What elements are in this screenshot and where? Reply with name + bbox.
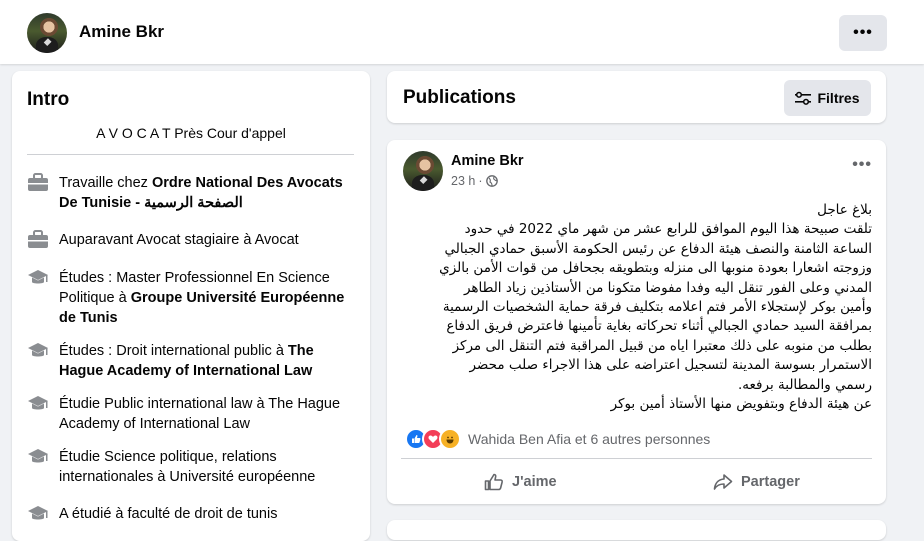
more-options-button[interactable]: ••• (839, 15, 887, 51)
bio-text: A V O C A T Près Cour d'appel (96, 125, 286, 141)
intro-item-prefix: Étudie Public international law à The Ha… (59, 396, 341, 432)
intro-card: Intro A V O C A T Près Cour d'appel Trav… (12, 71, 370, 541)
intro-item-education: Études : Droit international public à Th… (27, 341, 347, 381)
share-label: Partager (741, 474, 800, 490)
intro-item-education: Études : Master Professionnel En Science… (27, 268, 347, 328)
intro-item-work: Travaille chez Ordre National Des Avocat… (27, 173, 347, 213)
intro-item-prefix: Études : Droit international public à (59, 343, 288, 359)
divider (27, 154, 354, 155)
intro-item-past-work: Auparavant Avocat stagiaire à Avocat (27, 230, 347, 250)
graduation-cap-icon (28, 343, 48, 357)
reactions-names[interactable]: Wahida Ben Afia et 6 autres personnes (468, 431, 710, 447)
post-meta: 23 h · (451, 174, 498, 188)
like-label: J'aime (512, 474, 557, 490)
intro-item-education: Étudie Public international law à The Ha… (27, 394, 347, 434)
post-timestamp[interactable]: 23 h (451, 174, 475, 188)
intro-item-prefix: A étudié à faculté de droit de tunis (59, 506, 278, 522)
post-more-options-button[interactable]: ••• (852, 156, 872, 174)
share-arrow-icon (713, 474, 733, 490)
graduation-cap-icon (28, 270, 48, 284)
post-author-avatar[interactable] (403, 151, 443, 191)
graduation-cap-icon (28, 449, 48, 463)
post-text: بلاغ عاجل تلقت صبيحة هذا اليوم الموافق ل… (439, 202, 872, 413)
globe-icon (485, 175, 498, 187)
graduation-cap-icon (28, 396, 48, 410)
next-post-card (387, 520, 886, 540)
meta-separator: · (478, 174, 483, 188)
share-button[interactable]: Partager (713, 468, 800, 496)
more-dots-icon: ••• (853, 24, 873, 41)
profile-name[interactable]: Amine Bkr (79, 22, 164, 42)
filters-label: Filtres (817, 90, 860, 106)
briefcase-icon (28, 230, 48, 248)
filter-sliders-icon (795, 91, 812, 105)
post-author-name[interactable]: Amine Bkr (451, 153, 524, 169)
avatar[interactable] (27, 13, 67, 53)
post-card: Amine Bkr 23 h · ••• بلاغ عاجل تلقت صبيح… (387, 140, 886, 504)
filters-button[interactable]: Filtres (784, 80, 871, 116)
publications-title: Publications (403, 87, 516, 108)
graduation-cap-icon (28, 506, 48, 520)
profile-header-bar: Amine Bkr ••• (0, 0, 924, 64)
divider (401, 458, 872, 459)
intro-item-education: A étudié à faculté de droit de tunis (27, 504, 347, 524)
reactions-summary[interactable]: Wahida Ben Afia et 6 autres personnes (405, 428, 710, 450)
more-dots-icon: ••• (852, 156, 872, 173)
intro-item-prefix: Travaille chez (59, 175, 152, 191)
briefcase-icon (28, 173, 48, 191)
intro-item-prefix: Auparavant Avocat stagiaire à Avocat (59, 232, 299, 248)
intro-title: Intro (27, 89, 70, 110)
like-button[interactable]: J'aime (484, 468, 557, 496)
thumbs-up-icon (484, 473, 504, 491)
intro-item-prefix: Étudie Science politique, relations inte… (59, 449, 316, 485)
haha-icon (439, 428, 461, 450)
intro-item-education: Étudie Science politique, relations inte… (27, 447, 347, 487)
publications-header: Publications Filtres (387, 71, 886, 123)
